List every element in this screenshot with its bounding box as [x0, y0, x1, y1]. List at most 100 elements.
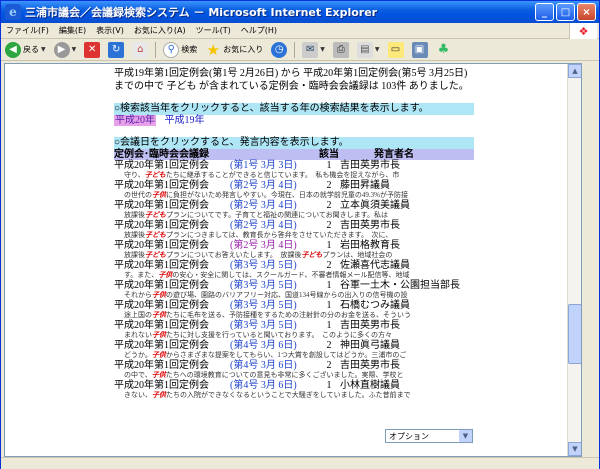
- search-button[interactable]: ⚲ 検索: [161, 41, 199, 58]
- meeting-date-link[interactable]: (第2号 3月 4日): [230, 220, 318, 231]
- meeting-date-link[interactable]: (第2号 3月 4日): [230, 180, 318, 191]
- meeting-name: 平成20年第1回定例会: [114, 180, 209, 191]
- table-row: 平成20年第1回定例会 (第1号 3月 3日) 1 吉田英男市長 守り、子どもたちに継承…: [114, 160, 474, 180]
- excerpt: きない、子供たちの入院ができなくなるということで大騒ぎをしていました。ふた昔前ま…: [114, 391, 474, 400]
- favorites-label: お気に入り: [223, 45, 264, 54]
- keyword-highlight: 子ども: [145, 211, 166, 219]
- scroll-thumb[interactable]: [568, 304, 581, 364]
- minimize-button[interactable]: _: [535, 3, 554, 21]
- refresh-button[interactable]: ↻: [106, 41, 126, 58]
- back-button[interactable]: ◀ 戻る ▼: [3, 41, 48, 58]
- ie-logo-icon: e: [5, 4, 21, 20]
- speaker-name: 岩田格教育長: [340, 240, 400, 251]
- discuss-button[interactable]: ▭: [386, 41, 406, 58]
- table-row: 平成20年第1回定例会 (第3号 3月 5日) 1 谷軍一土木・公園担当部長 それから子…: [114, 280, 474, 300]
- meeting-date-link[interactable]: (第1号 3月 3日): [230, 160, 318, 171]
- menu-favorites[interactable]: お気に入り(A): [129, 25, 191, 36]
- excerpt-text: まれない: [124, 331, 152, 339]
- meeting-date-link[interactable]: (第3号 3月 5日): [230, 300, 318, 311]
- close-button[interactable]: ×: [577, 3, 596, 21]
- header-num: 該当: [319, 149, 339, 160]
- excerpt: す。また、子供の安心・安全に関しては、スクールガード、不審者情報メール配信等、地…: [114, 271, 474, 280]
- excerpt-text: プランは、地域社会の: [322, 251, 393, 259]
- meeting-name: 平成20年第1回定例会: [114, 260, 209, 271]
- meeting-date-link[interactable]: (第3号 3月 5日): [230, 320, 318, 331]
- mail-button[interactable]: ✉ ▼: [300, 41, 327, 58]
- history-button[interactable]: ◷: [269, 41, 289, 58]
- scroll-up-icon[interactable]: ▲: [568, 64, 581, 78]
- excerpt-text: プランにつきましては、教育長から答弁をさせていただきます。 次に、: [166, 231, 393, 239]
- stop-icon: ✕: [84, 41, 101, 58]
- excerpt-text: たちに継承することができると信じています。 私も機会を捉えながら、市: [165, 171, 400, 179]
- excerpt-text: 放課後: [124, 251, 145, 259]
- menu-view[interactable]: 表示(V): [91, 25, 129, 36]
- keyword-highlight: 子供: [152, 291, 166, 299]
- toolbar: ◀ 戻る ▼ ▶ ▼ ✕ ↻ ⌂ ⚲ 検索 ★ お気に入り ◷ ✉ ▼ ⎙ ▤ ▼ ▭ ▣ ♣: [1, 39, 599, 61]
- meeting-date-link[interactable]: (第4号 3月 6日): [230, 340, 318, 351]
- excerpt: どうか。子供からさまざまな提案をしてもらい、1つ大賞を創設してはどうか。三浦市の…: [114, 351, 474, 360]
- meeting-date-link[interactable]: (第4号 3月 6日): [230, 360, 318, 371]
- excerpt-text: たちに毛布を送る、予防接種をするための注射針の分のお金を送る、そういう: [166, 311, 411, 319]
- excerpt-text: の遊び場、園路のバリアフリー対応、国道134号線からの出入りの信号機の設: [166, 291, 408, 299]
- forward-button[interactable]: ▶ ▼: [52, 41, 79, 58]
- speaker-name: 吉田英男市長: [340, 160, 400, 171]
- excerpt: 放課後子どもプランについてです。子育てと福祉の関連についてお聞きします。私は: [114, 211, 474, 220]
- menu-file[interactable]: ファイル(F): [1, 25, 54, 36]
- menu-help[interactable]: ヘルプ(H): [236, 25, 282, 36]
- vertical-scrollbar[interactable]: ▲ ▼: [567, 64, 581, 456]
- edit-icon: ▤: [356, 41, 373, 58]
- keyword-highlight: 子ども: [301, 251, 323, 259]
- search-results: 平成19年第1回定例会(第1号 2月26日) から 平成20年第1回定例会(第5…: [114, 68, 474, 400]
- meeting-date-link[interactable]: (第3号 3月 5日): [230, 280, 318, 291]
- toolbar-divider: [294, 41, 296, 58]
- note-icon: ▭: [387, 41, 404, 58]
- hit-count: 1: [326, 280, 332, 291]
- table-row: 平成20年第1回定例会 (第2号 3月 4日) 2 立本眞須美議員 放課後子どもプランに…: [114, 200, 474, 220]
- menu-edit[interactable]: 編集(E): [54, 25, 91, 36]
- home-icon: ⌂: [132, 41, 149, 58]
- meeting-date-link[interactable]: (第4号 3月 6日): [230, 380, 318, 391]
- hit-count: 1: [326, 300, 332, 311]
- maximize-button[interactable]: □: [556, 3, 575, 21]
- meeting-name: 平成20年第1回定例会: [114, 380, 209, 391]
- meeting-name: 平成20年第1回定例会: [114, 360, 209, 371]
- speaker-name: 小林直樹議員: [340, 380, 400, 391]
- toolbar-divider: [155, 41, 157, 58]
- meeting-date-link[interactable]: (第2号 3月 4日): [230, 240, 318, 251]
- excerpt-text: たちに対し支援を行っていると聞いております。 このように多くの方々: [166, 331, 393, 339]
- table-row: 平成20年第1回定例会 (第2号 3月 4日) 2 藤田昇議員 の世代の子供に負担がない…: [114, 180, 474, 200]
- stop-button[interactable]: ✕: [82, 41, 102, 58]
- favorites-button[interactable]: ★ お気に入り: [203, 41, 265, 59]
- messenger-button[interactable]: ♣: [434, 42, 454, 58]
- table-row: 平成20年第1回定例会 (第3号 3月 5日) 1 吉田英男市長 まれない子供たちに対し…: [114, 320, 474, 340]
- window-title: 三浦市議会／会議録検索システム － Microsoft Internet Exp…: [25, 6, 378, 19]
- option-select[interactable]: オプション ▼: [385, 429, 473, 443]
- year-link-h20[interactable]: 平成20年: [114, 115, 156, 126]
- keyword-highlight: 子供: [152, 391, 166, 399]
- option-select-value: オプション: [389, 431, 429, 441]
- speaker-name: 立本眞須美議員: [340, 200, 410, 211]
- research-icon: ▣: [411, 41, 428, 58]
- browser-window: e 三浦市議会／会議録検索システム － Microsoft Internet E…: [0, 0, 600, 469]
- excerpt-text: たちの入院ができなくなるということで大騒ぎをしていました。ふた昔前まで: [166, 391, 411, 399]
- home-button[interactable]: ⌂: [130, 41, 150, 58]
- excerpt: の世代の子供に負担がないため発言しやすい。今現在、日本の就学前児童の49.3%が…: [114, 191, 474, 200]
- meeting-date-link[interactable]: (第2号 3月 4日): [230, 200, 318, 211]
- scroll-down-icon[interactable]: ▼: [568, 442, 581, 456]
- excerpt-text: の世代の: [124, 191, 152, 199]
- keyword-highlight: 子供: [151, 351, 166, 359]
- excerpt-text: の中で、: [124, 371, 152, 379]
- print-button[interactable]: ⎙: [331, 41, 351, 58]
- keyword-highlight: 子供: [152, 331, 166, 339]
- keyword-highlight: 子供: [152, 311, 166, 319]
- research-button[interactable]: ▣: [410, 41, 430, 58]
- edit-button[interactable]: ▤ ▼: [355, 41, 382, 58]
- speaker-name: 吉田英男市長: [340, 360, 400, 371]
- excerpt-text: どうか。: [124, 351, 152, 359]
- year-link-h19[interactable]: 平成19年: [165, 115, 205, 126]
- excerpt: 放課後子どもプランについてお答えいたします。 放課後子どもプランは、地域社会の: [114, 251, 474, 260]
- meeting-date-link[interactable]: (第3号 3月 5日): [230, 260, 318, 271]
- hit-count: 1: [326, 160, 332, 171]
- menu-tools[interactable]: ツール(T): [191, 25, 236, 36]
- excerpt: の中で、子供たちへの環境教育についての意見も非常に多くございました。実際、学校と: [114, 371, 474, 380]
